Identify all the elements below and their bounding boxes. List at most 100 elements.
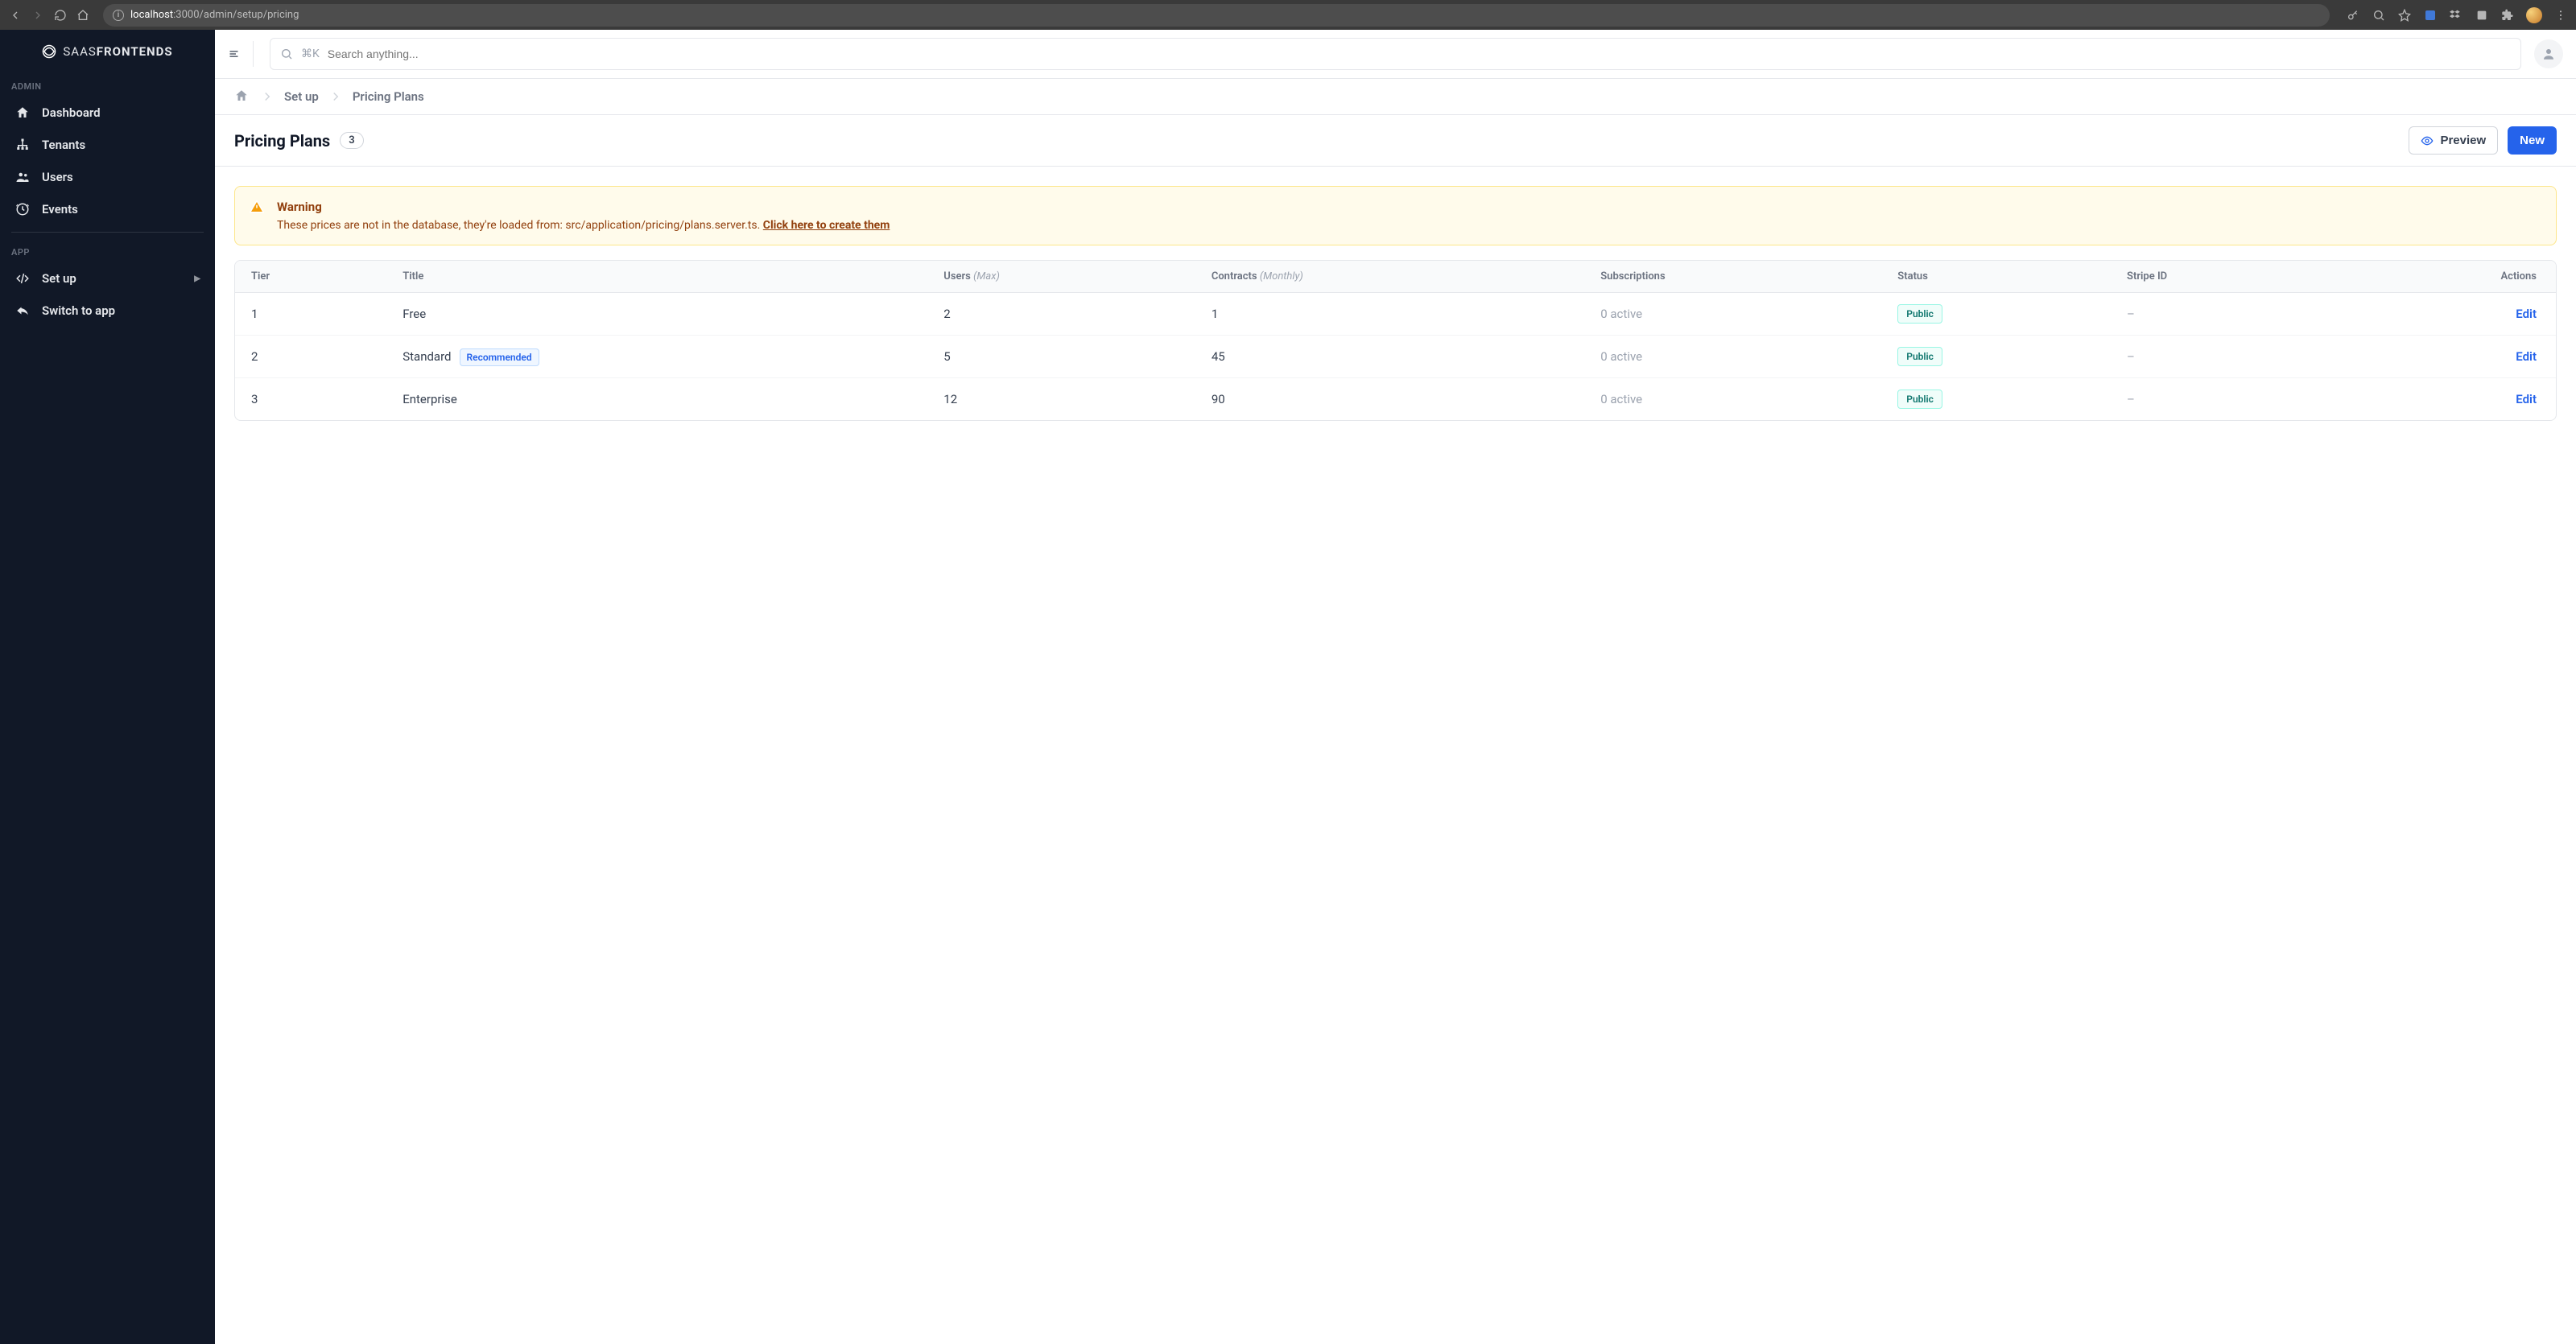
chevron-right-icon (260, 89, 275, 104)
url-host: localhost (130, 9, 173, 21)
breadcrumb-current: Pricing Plans (353, 89, 424, 104)
edit-link[interactable]: Edit (2516, 307, 2537, 321)
cell-subscriptions: 0 active (1589, 293, 1886, 336)
search-icon (280, 47, 293, 60)
browser-back-icon[interactable] (8, 8, 23, 23)
sidebar-toggle-button[interactable] (228, 41, 254, 67)
recommended-badge: Recommended (460, 348, 539, 366)
browser-chrome: i localhost:3000/admin/setup/pricing (0, 0, 2576, 30)
profile-avatar[interactable] (2526, 7, 2542, 23)
cell-stripe: – (2116, 378, 2330, 421)
cell-users: 5 (932, 336, 1200, 378)
content: Warning These prices are not in the data… (215, 167, 2576, 440)
main: ⌘K Set up Pricing Plans Pricing Plans 3 … (215, 30, 2576, 1344)
browser-home-icon[interactable] (76, 8, 90, 23)
sidebar-item-users[interactable]: Users (0, 161, 215, 193)
th-status: Status (1886, 261, 2116, 293)
new-button[interactable]: New (2508, 126, 2557, 155)
browser-toolbar-right (2346, 7, 2568, 23)
table-row: 1Free210 activePublic–Edit (235, 293, 2556, 336)
breadcrumb: Set up Pricing Plans (215, 79, 2576, 115)
chevron-right-icon (328, 89, 343, 104)
brand-text-bold: FRONTENDS (97, 44, 173, 59)
th-contracts: Contracts (Monthly) (1200, 261, 1589, 293)
eye-icon (2421, 134, 2434, 147)
cell-contracts: 1 (1200, 293, 1589, 336)
info-icon: i (113, 10, 124, 21)
sidebar-item-label: Events (42, 202, 78, 216)
sidebar-item-dashboard[interactable]: Dashboard (0, 97, 215, 129)
warning-text: These prices are not in the database, th… (277, 219, 763, 232)
cell-contracts: 90 (1200, 378, 1589, 421)
cell-status: Public (1886, 336, 2116, 378)
page-title: Pricing Plans (234, 131, 330, 150)
status-badge: Public (1897, 304, 1942, 324)
pricing-table: Tier Title Users (Max) Contracts (Monthl… (234, 260, 2557, 421)
cell-title: Free (391, 293, 932, 336)
count-badge: 3 (340, 132, 363, 149)
cell-tier: 1 (235, 293, 391, 336)
kebab-menu-icon[interactable] (2553, 8, 2568, 23)
table-row: 2StandardRecommended5450 activePublic–Ed… (235, 336, 2556, 378)
status-badge: Public (1897, 390, 1942, 409)
home-icon (14, 105, 31, 121)
brand-logo[interactable]: SAASFRONTENDS (0, 39, 215, 73)
warning-alert: Warning These prices are not in the data… (234, 186, 2557, 245)
warning-link[interactable]: Click here to create them (763, 219, 890, 232)
browser-forward-icon[interactable] (31, 8, 45, 23)
cell-stripe: – (2116, 336, 2330, 378)
global-search[interactable]: ⌘K (270, 38, 2521, 70)
sidebar-item-label: Set up (42, 271, 76, 286)
preview-button-label: Preview (2440, 134, 2486, 147)
cell-tier: 2 (235, 336, 391, 378)
user-menu-button[interactable] (2534, 39, 2563, 68)
sitemap-icon (14, 137, 31, 153)
chevron-right-icon: ▶ (194, 274, 200, 283)
search-shortcut: ⌘K (301, 47, 320, 60)
cell-users: 2 (932, 293, 1200, 336)
zoom-icon[interactable] (2372, 8, 2386, 23)
extension-icon-1[interactable] (2475, 8, 2489, 23)
key-icon[interactable] (2346, 8, 2360, 23)
extensions-puzzle-icon[interactable] (2500, 8, 2515, 23)
translate-icon[interactable] (2423, 8, 2438, 23)
browser-url-bar[interactable]: i localhost:3000/admin/setup/pricing (103, 4, 2330, 27)
sidebar-item-switch-to-app[interactable]: Switch to app (0, 295, 215, 327)
sidebar-section-admin: ADMIN (0, 73, 215, 97)
brand-text-light: SAAS (63, 44, 96, 59)
sidebar-item-label: Switch to app (42, 303, 115, 318)
sidebar-section-app: APP (0, 239, 215, 262)
clock-icon (14, 201, 31, 217)
cell-contracts: 45 (1200, 336, 1589, 378)
preview-button[interactable]: Preview (2409, 126, 2498, 155)
code-icon (14, 270, 31, 287)
sidebar-item-setup[interactable]: Set up ▶ (0, 262, 215, 295)
status-badge: Public (1897, 347, 1942, 366)
users-icon (14, 169, 31, 185)
th-stripe: Stripe ID (2116, 261, 2330, 293)
search-input[interactable] (328, 47, 2511, 60)
star-icon[interactable] (2397, 8, 2412, 23)
cell-tier: 3 (235, 378, 391, 421)
edit-link[interactable]: Edit (2516, 349, 2537, 364)
edit-link[interactable]: Edit (2516, 392, 2537, 406)
sidebar-item-tenants[interactable]: Tenants (0, 129, 215, 161)
sidebar-item-label: Users (42, 170, 73, 184)
warning-title: Warning (277, 200, 2541, 214)
dropbox-icon[interactable] (2449, 8, 2463, 23)
cell-users: 12 (932, 378, 1200, 421)
page-heading-row: Pricing Plans 3 Preview New (215, 115, 2576, 167)
sidebar-item-label: Tenants (42, 138, 85, 152)
sidebar-divider (11, 232, 204, 233)
breadcrumb-setup[interactable]: Set up (284, 89, 319, 104)
cell-title: Enterprise (391, 378, 932, 421)
breadcrumb-home-icon[interactable] (234, 89, 250, 105)
sidebar-item-events[interactable]: Events (0, 193, 215, 225)
new-button-label: New (2520, 134, 2545, 147)
browser-reload-icon[interactable] (53, 8, 68, 23)
th-subscriptions: Subscriptions (1589, 261, 1886, 293)
th-users: Users (Max) (932, 261, 1200, 293)
th-title: Title (391, 261, 932, 293)
cell-actions: Edit (2330, 336, 2556, 378)
table-row: 3Enterprise12900 activePublic–Edit (235, 378, 2556, 421)
